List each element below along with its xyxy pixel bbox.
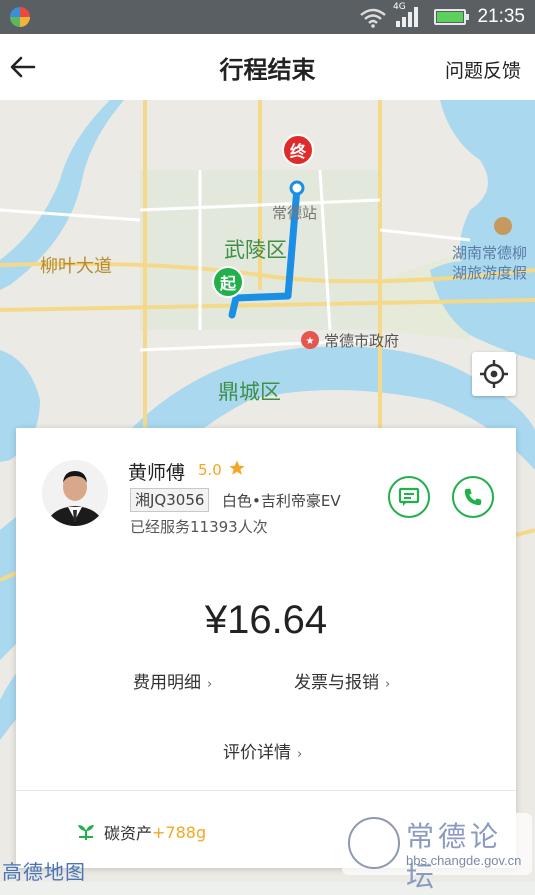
car-model: 白色•吉利帝豪EV	[222, 492, 341, 510]
map-label-station: 常德站	[272, 204, 318, 222]
review-detail-link[interactable]: 评价详情 ›	[223, 738, 302, 763]
chevron-right-icon: ›	[297, 747, 303, 762]
signal-icon	[396, 7, 418, 27]
chevron-right-icon: ›	[385, 677, 391, 692]
divider	[16, 790, 516, 791]
map-label-wuling: 武陵区	[224, 238, 287, 262]
invoice-label: 发票与报销	[294, 673, 379, 693]
wifi-icon	[360, 8, 386, 28]
trip-summary-card: 黄师傅 5.0 湘JQ3056 白色•吉利帝豪EV 已经服务11393人次 ¥1…	[16, 428, 516, 868]
start-pin-label: 起	[219, 274, 236, 293]
carbon-label: 碳资产	[104, 824, 153, 843]
status-bar: 4G 21:35	[0, 0, 535, 34]
driver-name: 黄师傅	[128, 462, 186, 484]
carbon-assets[interactable]: 碳资产 +788g	[76, 820, 206, 844]
map-label-lake-1: 湖南常德柳	[452, 244, 528, 262]
chevron-right-icon: ›	[207, 677, 213, 692]
phone-icon	[464, 488, 482, 506]
message-driver-button[interactable]	[388, 476, 430, 518]
end-pin-label: 终	[289, 142, 306, 161]
feedback-button[interactable]: 问题反馈	[445, 56, 521, 83]
license-plate: 湘JQ3056	[130, 488, 210, 512]
invoice-link[interactable]: 发票与报销 ›	[294, 668, 390, 693]
leaf-icon	[78, 825, 94, 840]
start-pin: 起	[212, 266, 244, 298]
driver-rating: 5.0	[198, 461, 222, 479]
map-label-road: 柳叶大道	[40, 256, 112, 277]
app-notification-icon	[10, 7, 30, 27]
nav-header: 行程结束 问题反馈	[0, 34, 535, 100]
served-count: 已经服务11393人次	[130, 518, 268, 536]
star-icon	[229, 460, 245, 475]
svg-text:★: ★	[306, 336, 315, 347]
map-label-lake-2: 湖旅游度假	[452, 264, 528, 282]
map-provider-logo: 高德地图	[2, 860, 86, 884]
fare-amount: ¥16.64	[204, 598, 328, 642]
locate-icon	[480, 360, 508, 388]
map-label-dingcheng: 鼎城区	[218, 380, 281, 404]
battery-icon	[434, 9, 469, 25]
forum-seal-icon	[348, 817, 400, 869]
watermark-url: bbs.changde.gov.cn	[406, 853, 522, 868]
locate-button[interactable]	[472, 352, 516, 396]
review-detail-label: 评价详情	[223, 743, 291, 763]
end-pin: 终	[282, 134, 314, 166]
driver-avatar	[42, 460, 108, 526]
fee-detail-label: 费用明细	[133, 673, 201, 693]
clock: 21:35	[477, 6, 525, 27]
carbon-value: +788g	[152, 822, 207, 842]
call-driver-button[interactable]	[452, 476, 494, 518]
fee-detail-link[interactable]: 费用明细 ›	[133, 668, 212, 693]
message-icon	[398, 487, 420, 506]
map-label-gov: 常德市政府	[324, 332, 400, 350]
forum-watermark: 常德论坛 bbs.changde.gov.cn	[342, 813, 532, 893]
